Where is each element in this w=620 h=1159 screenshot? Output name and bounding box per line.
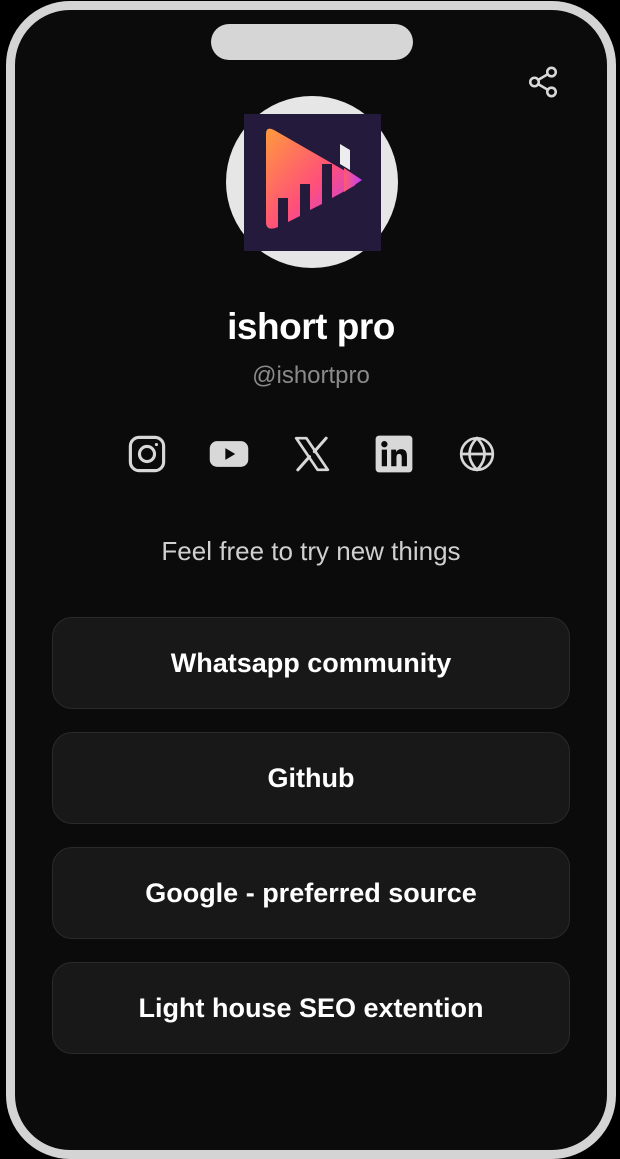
social-links <box>125 432 499 476</box>
dynamic-island <box>211 24 413 60</box>
whatsapp-community-button[interactable]: Whatsapp community <box>52 617 570 709</box>
google-preferred-source-button[interactable]: Google - preferred source <box>52 847 570 939</box>
lighthouse-seo-extension-button[interactable]: Light house SEO extention <box>52 962 570 1054</box>
share-icon <box>528 66 558 98</box>
brand-logo <box>243 113 381 251</box>
share-button[interactable] <box>525 64 561 100</box>
avatar <box>226 96 398 268</box>
profile-handle: @ishortpro <box>252 362 370 389</box>
link-label: Light house SEO extention <box>138 992 484 1023</box>
instagram-link[interactable] <box>125 432 169 476</box>
linkedin-icon <box>375 435 413 473</box>
github-button[interactable]: Github <box>52 732 570 824</box>
youtube-icon <box>209 441 249 467</box>
globe-icon <box>459 436 495 472</box>
link-label: Google - preferred source <box>145 877 477 908</box>
linkedin-link[interactable] <box>372 432 416 476</box>
profile-bio: Feel free to try new things <box>161 536 461 566</box>
profile-name: ishort pro <box>227 306 395 347</box>
x-link[interactable] <box>290 432 334 476</box>
x-icon <box>294 436 330 472</box>
website-link[interactable] <box>455 432 499 476</box>
link-label: Github <box>267 762 355 793</box>
link-label: Whatsapp community <box>170 647 452 678</box>
phone-frame: ishort pro @ishortpro Feel free to try n… <box>6 1 616 1159</box>
instagram-icon <box>128 435 166 473</box>
youtube-link[interactable] <box>207 432 251 476</box>
